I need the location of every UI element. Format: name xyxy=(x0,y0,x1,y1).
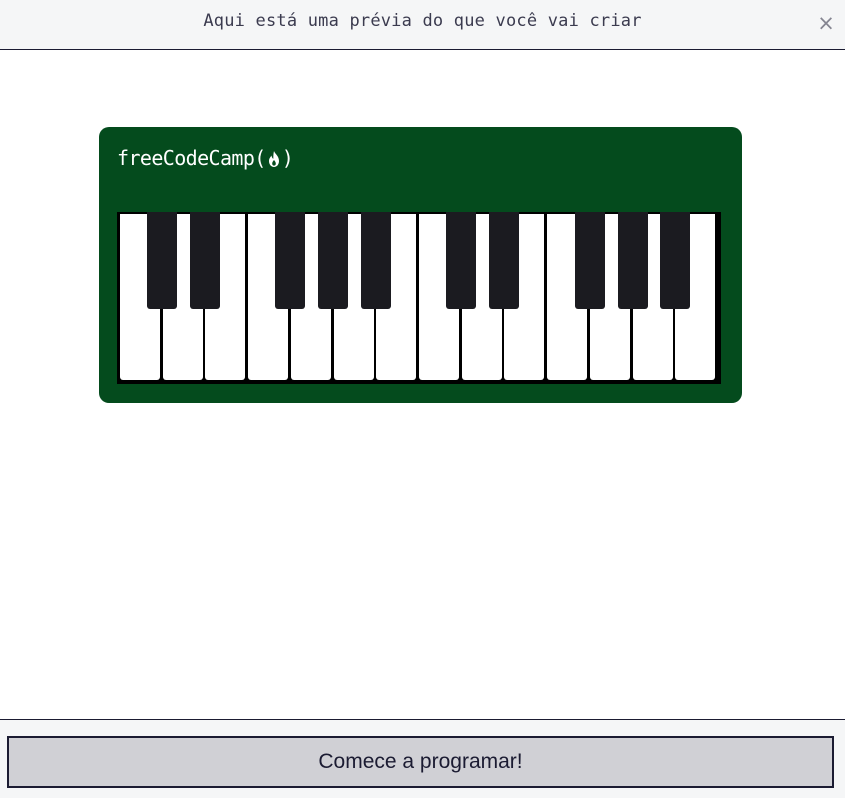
logo-prefix: freeCodeCamp( xyxy=(117,146,266,170)
black-key[interactable] xyxy=(147,212,177,309)
close-button[interactable]: × xyxy=(815,11,837,35)
black-key[interactable] xyxy=(446,212,476,309)
black-key[interactable] xyxy=(489,212,519,309)
preview-footer: Comece a programar! xyxy=(0,719,845,798)
black-key[interactable] xyxy=(190,212,220,309)
close-icon: × xyxy=(817,11,835,35)
preview-title: Aqui está uma prévia do que você vai cri… xyxy=(203,11,642,31)
black-key[interactable] xyxy=(361,212,391,309)
black-key[interactable] xyxy=(618,212,648,309)
preview-area: freeCodeCamp() xyxy=(0,50,845,719)
flame-icon xyxy=(268,151,279,167)
black-key[interactable] xyxy=(575,212,605,309)
logo-suffix: ) xyxy=(281,146,294,170)
black-key[interactable] xyxy=(660,212,690,309)
black-key[interactable] xyxy=(275,212,305,309)
black-key[interactable] xyxy=(318,212,348,309)
piano-keys xyxy=(117,212,721,384)
piano-preview: freeCodeCamp() xyxy=(99,127,742,403)
preview-header: Aqui está uma prévia do que você vai cri… xyxy=(0,0,845,50)
freecodecamp-logo: freeCodeCamp() xyxy=(117,146,294,170)
start-coding-button[interactable]: Comece a programar! xyxy=(7,736,834,788)
